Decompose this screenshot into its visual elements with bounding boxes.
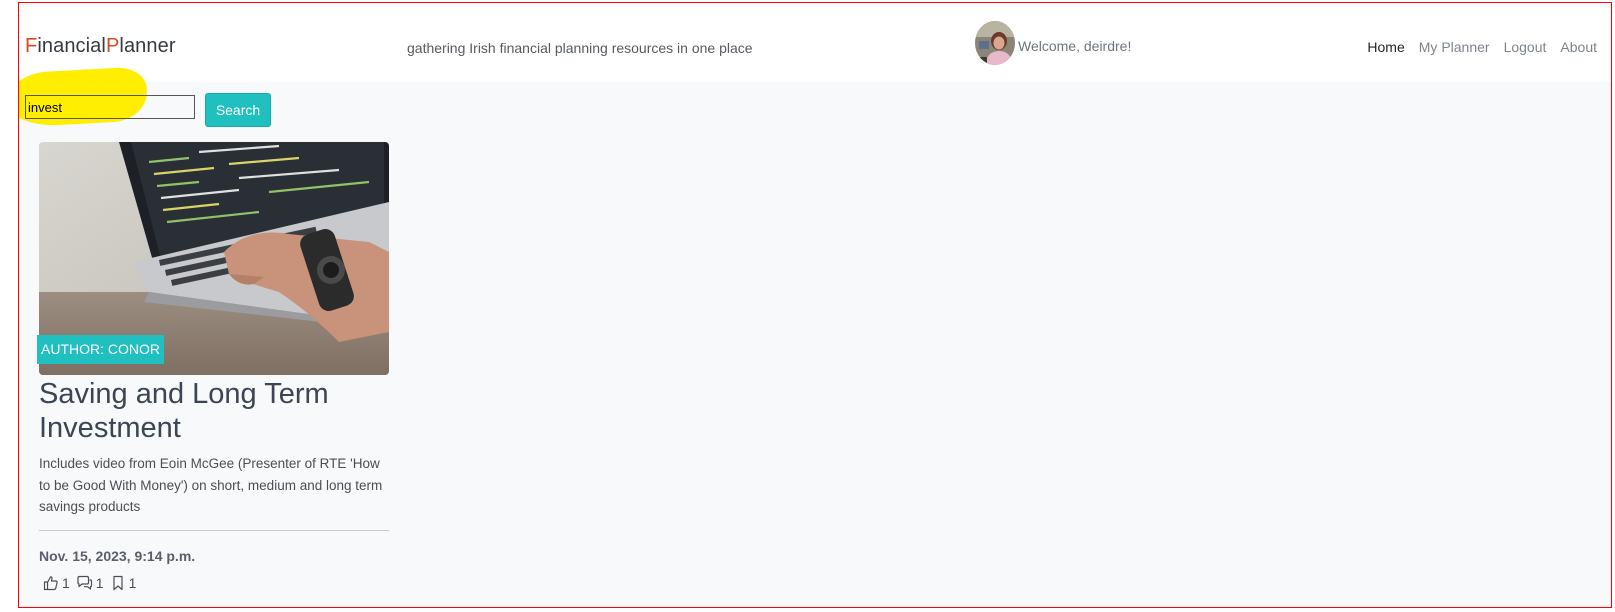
nav-home[interactable]: Home <box>1367 39 1404 55</box>
brand-text-planner: lanner <box>119 35 176 57</box>
comments-stat[interactable]: 1 <box>76 575 108 591</box>
likes-count: 1 <box>62 575 70 591</box>
card-divider <box>39 530 389 531</box>
author-badge: AUTHOR: CONOR <box>37 335 164 364</box>
comments-count: 1 <box>95 575 104 591</box>
comments-icon <box>77 575 92 590</box>
search-input[interactable] <box>25 95 195 119</box>
post-stats: 1 1 1 <box>43 575 142 591</box>
likes-stat[interactable]: 1 <box>43 575 74 591</box>
bookmarks-stat[interactable]: 1 <box>110 575 141 591</box>
nav-about[interactable]: About <box>1560 39 1597 55</box>
bookmarks-count: 1 <box>128 575 137 591</box>
user-avatar <box>975 21 1015 65</box>
bookmark-icon <box>112 575 123 591</box>
main-nav: Home My Planner Logout About <box>1367 39 1597 55</box>
post-excerpt: Includes video from Eoin McGee (Presente… <box>39 456 383 514</box>
brand-text-financial: inancial <box>37 35 106 57</box>
tagline: gathering Irish financial planning resou… <box>407 40 753 56</box>
brand-initial-p: P <box>105 35 120 57</box>
brand-logo[interactable]: FinancialPlanner <box>25 35 176 58</box>
navbar: FinancialPlanner gathering Irish financi… <box>19 7 1611 82</box>
search-button[interactable]: Search <box>205 93 271 127</box>
avatar-photo <box>975 21 1015 65</box>
post-date: Nov. 15, 2023, 9:14 p.m. <box>39 548 196 564</box>
brand-initial-f: F <box>25 35 38 57</box>
nav-logout[interactable]: Logout <box>1504 39 1547 55</box>
thumbs-up-icon <box>43 576 58 591</box>
post-title[interactable]: Saving and Long Term Investment <box>39 377 399 445</box>
welcome-message: Welcome, deirdre! <box>1018 38 1132 54</box>
page-frame: FinancialPlanner gathering Irish financi… <box>18 2 1612 608</box>
nav-my-planner[interactable]: My Planner <box>1419 39 1490 55</box>
